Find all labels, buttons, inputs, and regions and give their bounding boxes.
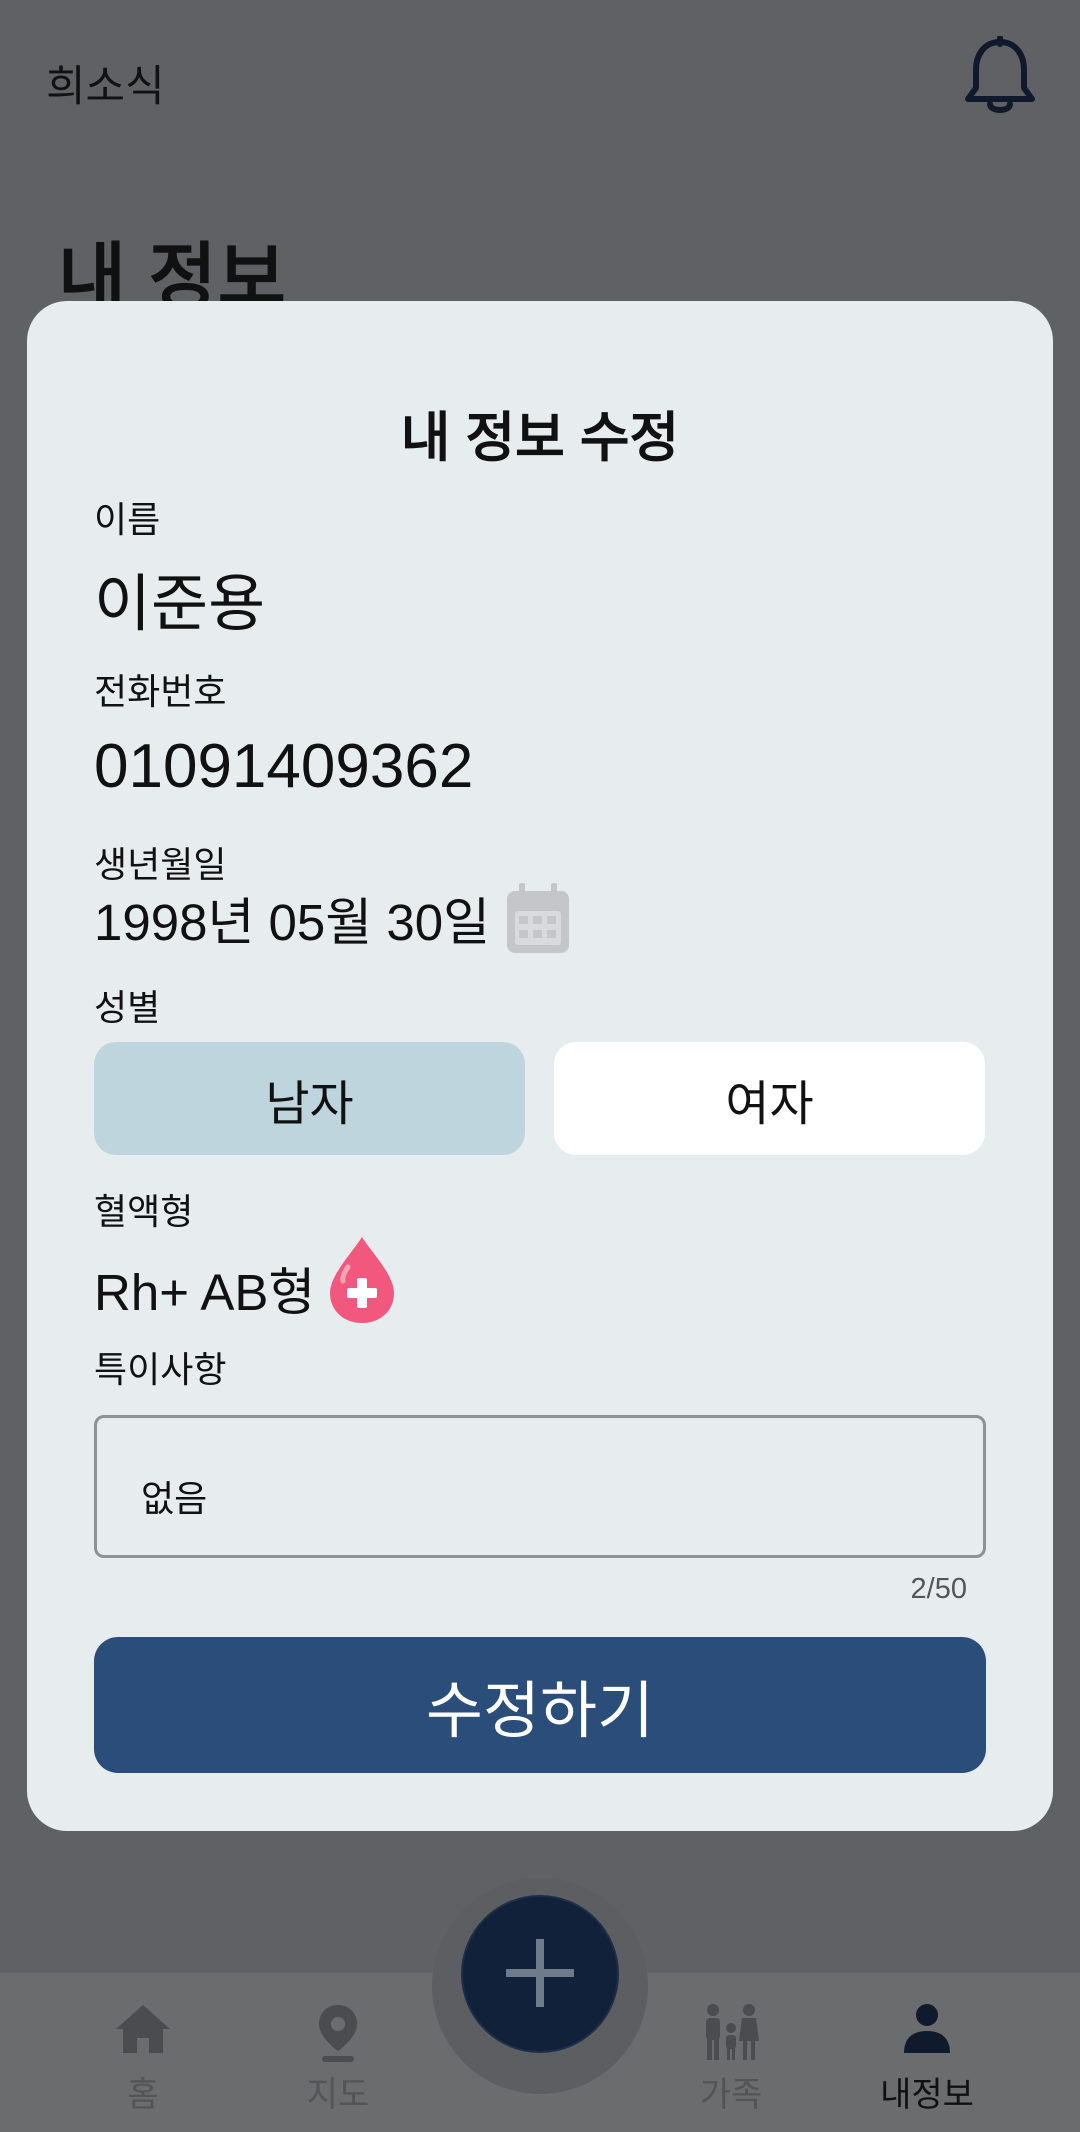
modal-title: 내 정보 수정 bbox=[400, 408, 680, 468]
add-button[interactable] bbox=[461, 1895, 619, 2053]
nav-label-family: 가족 bbox=[699, 2076, 763, 2114]
home-icon bbox=[116, 2005, 170, 2053]
blood-type-label: 혈액형 bbox=[94, 1191, 194, 1232]
gender-female-button[interactable]: 여자 bbox=[554, 1042, 985, 1155]
phone-value: 01091409362 bbox=[94, 732, 474, 801]
edit-profile-modal: 내 정보 수정 이름 이준용 전화번호 01091409362 생년월일 199… bbox=[27, 301, 1053, 1831]
map-pin-icon bbox=[319, 2005, 357, 2062]
gender-male-button[interactable]: 남자 bbox=[94, 1042, 525, 1155]
family-icon bbox=[706, 2004, 759, 2060]
submit-button[interactable]: 수정하기 bbox=[94, 1637, 986, 1773]
nav-label-my-info: 내정보 bbox=[880, 2076, 974, 2114]
nav-item-map[interactable]: 지도 bbox=[268, 1973, 408, 2132]
name-label: 이름 bbox=[94, 499, 161, 540]
blood-drop-icon[interactable] bbox=[328, 1235, 396, 1325]
plus-icon bbox=[506, 1939, 574, 2007]
app-title: 희소식 bbox=[46, 63, 165, 111]
note-label: 특이사항 bbox=[94, 1349, 227, 1390]
nav-item-family[interactable]: 가족 bbox=[661, 1973, 801, 2132]
nav-item-home[interactable]: 홈 bbox=[73, 1973, 213, 2132]
nav-label-home: 홈 bbox=[127, 2076, 159, 2114]
person-icon bbox=[904, 2004, 950, 2053]
gender-label: 성별 bbox=[94, 987, 161, 1028]
note-char-counter: 2/50 bbox=[910, 1573, 967, 1605]
birth-value[interactable]: 1998년 05월 30일 bbox=[94, 881, 490, 955]
nav-label-map: 지도 bbox=[306, 2076, 370, 2114]
phone-label: 전화번호 bbox=[94, 671, 227, 712]
note-input[interactable]: 없음 bbox=[94, 1415, 986, 1558]
nav-item-my-info[interactable]: 내정보 bbox=[857, 1973, 997, 2132]
name-value: 이준용 bbox=[94, 570, 266, 639]
notification-bell-icon[interactable] bbox=[962, 36, 1038, 118]
blood-type-value[interactable]: Rh+ AB형 bbox=[94, 1251, 315, 1325]
calendar-icon[interactable] bbox=[505, 883, 571, 955]
